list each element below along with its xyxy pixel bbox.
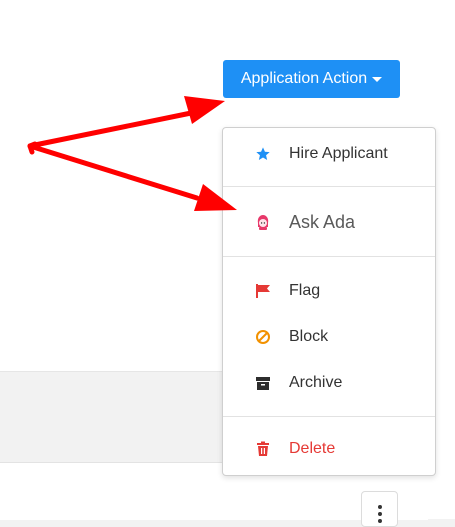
- kebab-dot: [377, 519, 382, 523]
- annotation-arrows: [27, 96, 237, 211]
- annotation-arrow-to-ask-ada: [27, 143, 237, 211]
- annotation-arrow-to-button: [27, 96, 225, 155]
